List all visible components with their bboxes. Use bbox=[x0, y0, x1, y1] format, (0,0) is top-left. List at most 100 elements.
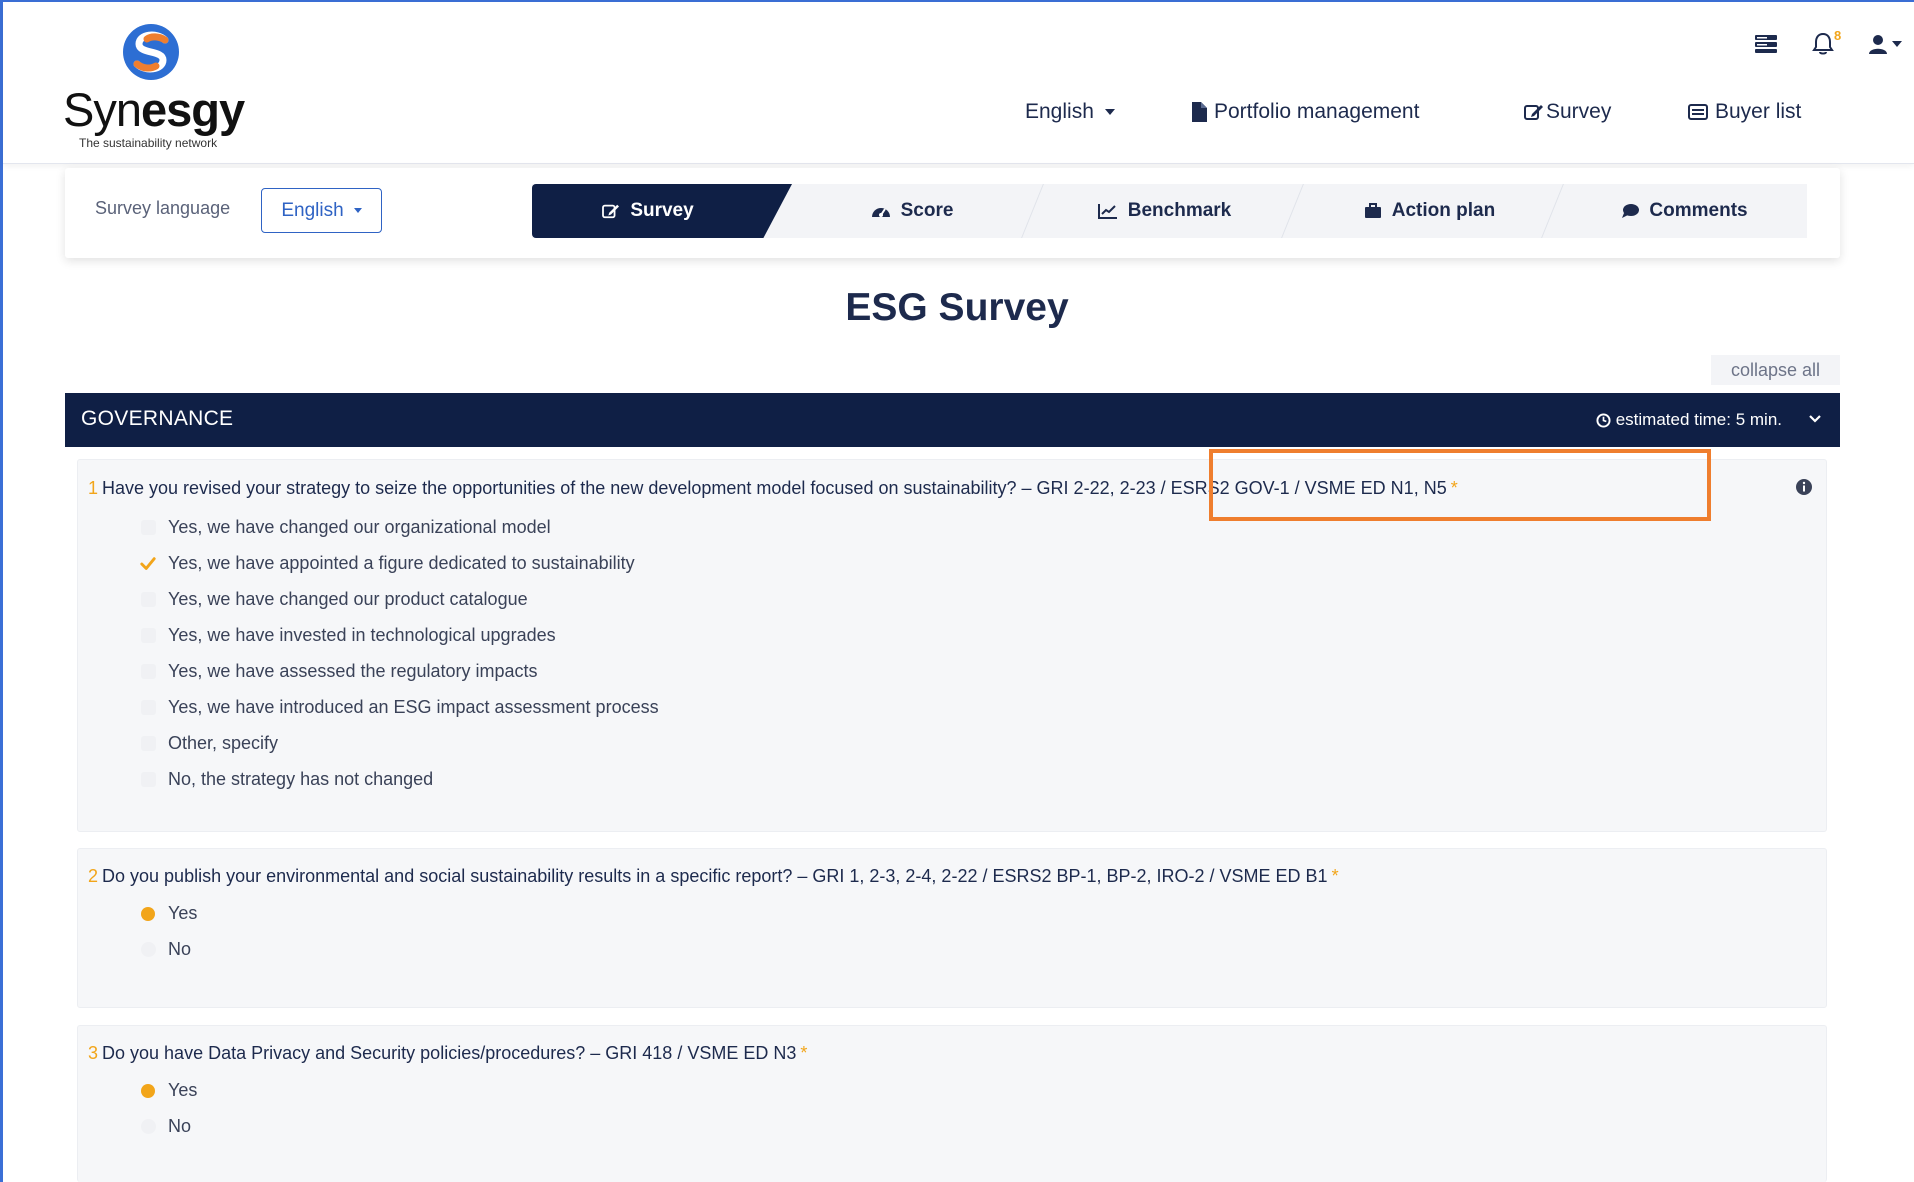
radio-selected[interactable] bbox=[140, 906, 156, 922]
checkbox-option[interactable]: Yes, we have changed our organizational … bbox=[140, 517, 551, 538]
checkbox[interactable] bbox=[140, 700, 156, 716]
question-card-2: 2 Do you publish your environmental and s… bbox=[77, 848, 1827, 1008]
checkbox[interactable] bbox=[140, 772, 156, 788]
edit-icon bbox=[602, 204, 620, 219]
nav-buyer-list-label: Buyer list bbox=[1715, 100, 1802, 123]
collapse-all-button[interactable]: collapse all bbox=[1711, 355, 1840, 385]
checkbox-option[interactable]: Yes, we have changed our product catalog… bbox=[140, 589, 528, 610]
checkbox-option[interactable]: Yes, we have invested in technological u… bbox=[140, 625, 556, 646]
survey-tabs: Survey Score Benchmark Action plan Comme… bbox=[532, 184, 1807, 238]
survey-language-select[interactable]: English bbox=[261, 188, 382, 233]
option-label: Yes bbox=[168, 1080, 198, 1100]
question-text: 2 Do you publish your environmental and s… bbox=[88, 866, 1339, 887]
synesgy-logo[interactable]: Synesgy The sustainability network bbox=[63, 20, 245, 150]
server-menu-button[interactable] bbox=[1754, 34, 1778, 54]
required-marker: * bbox=[1331, 866, 1339, 886]
radio-option[interactable]: No bbox=[140, 939, 191, 960]
checkbox-option[interactable]: Yes, we have appointed a figure dedicate… bbox=[140, 553, 635, 574]
question-card-3: 3 Do you have Data Privacy and Security p… bbox=[77, 1025, 1827, 1182]
tab-benchmark[interactable]: Benchmark bbox=[1032, 184, 1297, 238]
caret-down-icon bbox=[1104, 109, 1115, 115]
question-number: 1 bbox=[88, 478, 99, 498]
tab-score-label: Score bbox=[900, 200, 954, 221]
chevron-down-icon[interactable] bbox=[1806, 409, 1824, 427]
question-number: 3 bbox=[88, 1043, 99, 1063]
checkbox[interactable] bbox=[140, 592, 156, 608]
caret-down-icon bbox=[353, 208, 362, 213]
nav-buyer-list[interactable]: Buyer list bbox=[1688, 94, 1801, 130]
checkbox[interactable] bbox=[140, 628, 156, 644]
checkmark-icon[interactable] bbox=[140, 556, 156, 572]
estimated-time-text: estimated time: 5 min. bbox=[1615, 410, 1782, 429]
tab-survey[interactable]: Survey bbox=[532, 184, 764, 238]
language-dropdown-label: English bbox=[1025, 100, 1094, 123]
tab-score[interactable]: Score bbox=[787, 184, 1037, 238]
governance-section-header[interactable]: GOVERNANCE estimated time: 5 min. bbox=[65, 393, 1840, 447]
option-label: No bbox=[168, 939, 192, 959]
notification-count-badge: 8 bbox=[1834, 28, 1842, 43]
question-label: Do you publish your environmental and so… bbox=[102, 866, 1328, 886]
checkbox[interactable] bbox=[140, 664, 156, 680]
option-label: Yes, we have introduced an ESG impact as… bbox=[168, 697, 659, 717]
file-icon bbox=[1192, 102, 1207, 122]
tab-benchmark-label: Benchmark bbox=[1127, 200, 1232, 221]
logo-wordmark-bold: esgy bbox=[141, 83, 245, 136]
option-label: Yes, we have changed our organizational … bbox=[168, 517, 551, 537]
top-header: Synesgy The sustainability network Engli… bbox=[3, 2, 1914, 164]
radio-selected[interactable] bbox=[140, 1083, 156, 1099]
required-marker: * bbox=[800, 1043, 808, 1063]
nav-portfolio-label: Portfolio management bbox=[1214, 100, 1420, 123]
option-label: Yes, we have appointed a figure dedicate… bbox=[168, 553, 635, 573]
tab-action-plan[interactable]: Action plan bbox=[1297, 184, 1562, 238]
language-dropdown[interactable]: English bbox=[1025, 94, 1115, 130]
radio-unselected[interactable] bbox=[140, 942, 156, 958]
radio-option[interactable]: No bbox=[140, 1116, 191, 1137]
logo-wordmark-light: Syn bbox=[63, 83, 142, 136]
checkbox[interactable] bbox=[140, 520, 156, 536]
notifications-button[interactable]: 8 bbox=[1812, 28, 1841, 56]
question-card-1: 1 Have you revised your strategy to seize… bbox=[77, 459, 1827, 832]
checkbox-option[interactable]: Yes, we have introduced an ESG impact as… bbox=[140, 697, 659, 718]
tab-survey-label: Survey bbox=[630, 200, 694, 221]
logo-s-mark-icon bbox=[123, 24, 179, 80]
section-title: GOVERNANCE bbox=[81, 407, 234, 430]
question-label: Have you revised your strategy to seize … bbox=[102, 478, 1447, 498]
question-text: 1 Have you revised your strategy to seize… bbox=[88, 478, 1458, 499]
option-label: Yes, we have assessed the regulatory imp… bbox=[168, 661, 538, 681]
radio-option[interactable]: Yes bbox=[140, 1080, 197, 1101]
caret-down-icon bbox=[1892, 41, 1902, 47]
edit-icon bbox=[1524, 105, 1543, 120]
tab-action-plan-label: Action plan bbox=[1391, 200, 1496, 221]
page-title: ESG Survey bbox=[845, 286, 1069, 329]
user-icon bbox=[1869, 35, 1887, 54]
logo-tagline: The sustainability network bbox=[79, 136, 218, 150]
survey-language-value: English bbox=[281, 199, 344, 221]
nav-survey[interactable]: Survey bbox=[1524, 94, 1611, 130]
info-icon[interactable] bbox=[1795, 478, 1813, 496]
checkbox-option[interactable]: Yes, we have assessed the regulatory imp… bbox=[140, 661, 538, 682]
checkbox[interactable] bbox=[140, 736, 156, 752]
user-menu-button[interactable] bbox=[1868, 34, 1902, 54]
server-icon bbox=[1755, 35, 1777, 53]
tab-comments[interactable]: Comments bbox=[1562, 184, 1807, 238]
checkbox-option[interactable]: No, the strategy has not changed bbox=[140, 769, 433, 790]
survey-language-label: Survey language bbox=[95, 198, 231, 218]
nav-portfolio-management[interactable]: Portfolio management bbox=[1191, 94, 1419, 130]
tab-comments-label: Comments bbox=[1649, 200, 1748, 221]
required-marker: * bbox=[1450, 478, 1458, 498]
checkbox-option[interactable]: Other, specify bbox=[140, 733, 278, 754]
question-number: 2 bbox=[88, 866, 99, 886]
option-label: Yes, we have changed our product catalog… bbox=[168, 589, 528, 609]
comment-icon bbox=[1622, 204, 1640, 218]
option-label: No bbox=[168, 1116, 192, 1136]
clock-icon bbox=[1596, 412, 1611, 428]
option-label: Other, specify bbox=[168, 733, 279, 753]
line-chart-icon bbox=[1097, 204, 1117, 219]
bell-icon bbox=[1812, 32, 1834, 55]
briefcase-icon bbox=[1364, 203, 1381, 218]
logo-wordmark: Synesgy bbox=[63, 82, 245, 137]
radio-option[interactable]: Yes bbox=[140, 903, 197, 924]
nav-survey-label: Survey bbox=[1546, 100, 1612, 123]
question-label: Do you have Data Privacy and Security po… bbox=[102, 1043, 797, 1063]
radio-unselected[interactable] bbox=[140, 1119, 156, 1135]
